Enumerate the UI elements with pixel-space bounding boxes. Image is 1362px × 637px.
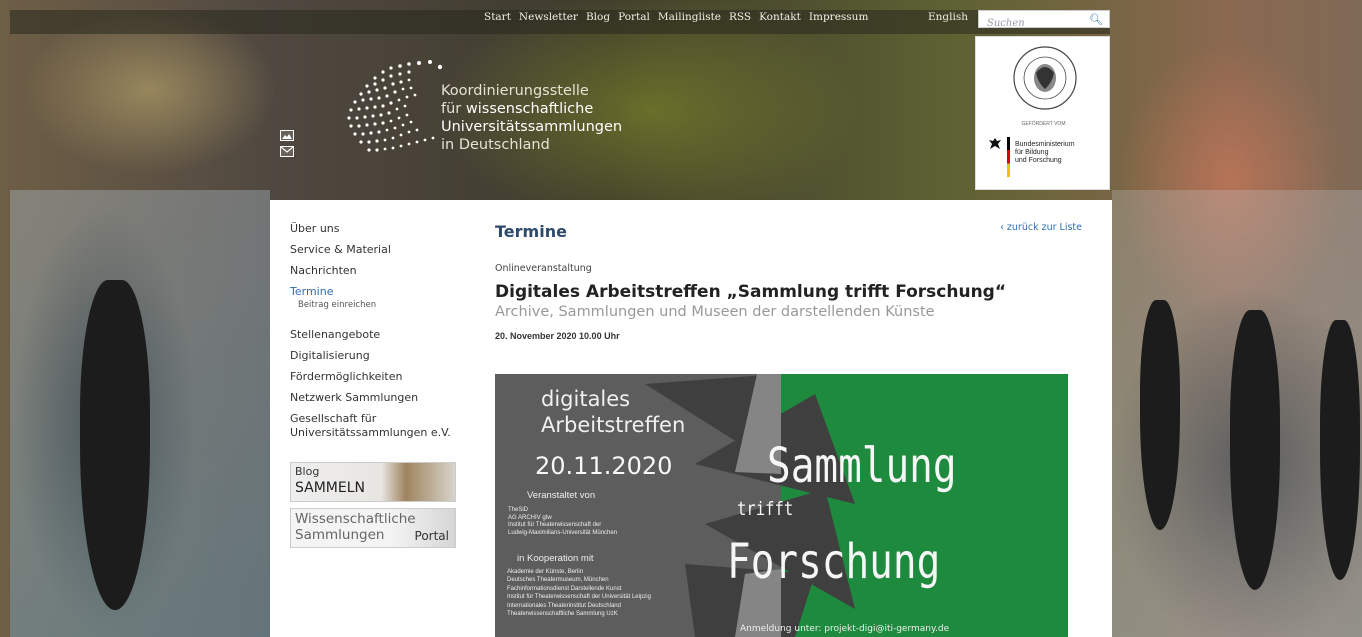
logo-line-2-prefix: für xyxy=(441,101,466,117)
poster-organizers: TheSiD AG ARCHIV gtw Institut für Theate… xyxy=(508,507,617,537)
poster-organizer: Institut für Theaterwissenschaft der xyxy=(508,522,602,528)
header-side-icons xyxy=(280,130,294,162)
top-nav-links: Start Newsletter Blog Portal Mailinglist… xyxy=(484,11,868,23)
search-box: 🔍︎ xyxy=(978,10,1110,32)
sidebar-navigation: Über uns Service & Material Nachrichten … xyxy=(290,222,470,554)
search-input[interactable] xyxy=(979,15,1089,32)
bmbf-line-2: für Bildung xyxy=(1015,149,1049,156)
eagle-icon xyxy=(989,138,1001,149)
main-content-panel: Über uns Service & Material Nachrichten … xyxy=(270,200,1112,637)
sidebar-item-netzwerk-sammlungen[interactable]: Netzwerk Sammlungen xyxy=(290,391,470,404)
sidebar-item-gesellschaft-line-2: Universitätssammlungen e.V. xyxy=(290,426,451,439)
logo-wordmark[interactable]: Koordinierungsstelle für wissenschaftlic… xyxy=(441,82,622,154)
nav-link-newsletter[interactable]: Newsletter xyxy=(519,11,578,23)
poster-word-trifft: trifft xyxy=(737,498,794,520)
nav-link-rss[interactable]: RSS xyxy=(729,11,751,23)
mail-icon[interactable] xyxy=(280,146,294,157)
poster-date: 20.11.2020 xyxy=(535,452,673,480)
sidebar-item-gesellschaft-line-1: Gesellschaft für xyxy=(290,412,377,425)
german-flag-stripe xyxy=(1007,137,1010,177)
sidebar-item-ueber-uns[interactable]: Über uns xyxy=(290,222,470,235)
sidebar-item-digitalisierung[interactable]: Digitalisierung xyxy=(290,349,470,362)
language-switch-link[interactable]: English xyxy=(928,11,968,23)
event-subtitle: Archive, Sammlungen und Museen der darst… xyxy=(495,304,935,320)
sidebar-subitem-beitrag-einreichen[interactable]: Beitrag einreichen xyxy=(298,300,470,310)
poster-organized-by: Veranstaltet von xyxy=(527,490,596,501)
poster-registration: Anmeldung unter: projekt-digi@iti-german… xyxy=(740,624,950,634)
sidebar-item-gesellschaft[interactable]: Gesellschaft für Universitätssammlungen … xyxy=(290,412,470,440)
sidebar-item-service-material[interactable]: Service & Material xyxy=(290,243,470,256)
wissenschaftliche-sammlungen-portal-banner[interactable]: Wissenschaftliche Sammlungen Portal xyxy=(290,508,456,548)
logo-line-4: in Deutschland xyxy=(441,137,550,153)
background-dark-object-right-2 xyxy=(1230,310,1280,590)
event-poster: digitales Arbeitstreffen 20.11.2020 Vera… xyxy=(495,374,1068,637)
background-dark-object-right-1 xyxy=(1140,300,1180,530)
portal-banner-line-1: Wissenschaftliche xyxy=(295,511,416,527)
event-content: Termine Onlineveranstaltung Digitales Ar… xyxy=(495,222,1085,341)
poster-partner: Deutsches Theatermuseum, München xyxy=(507,577,609,584)
portal-banner-portal-label: Portal xyxy=(414,529,449,543)
blog-sammeln-banner[interactable]: Blog SAMMELN xyxy=(290,462,456,502)
nav-link-mailingliste[interactable]: Mailingliste xyxy=(658,11,721,23)
sponsor-box: GEFÖRDERT VOM Bundesministerium für Bild… xyxy=(975,36,1110,190)
sidebar-item-foerdermoeglichkeiten[interactable]: Fördermöglichkeiten xyxy=(290,370,470,383)
logo-line-1: Koordinierungsstelle xyxy=(441,83,589,99)
poster-cooperation-label: in Kooperation mit xyxy=(517,553,594,564)
event-date: 20. November 2020 10.00 Uhr xyxy=(495,331,620,341)
nav-link-impressum[interactable]: Impressum xyxy=(809,11,869,23)
poster-word-forschung: Forschung xyxy=(727,534,941,590)
sidebar-item-nachrichten[interactable]: Nachrichten xyxy=(290,264,470,277)
poster-title-line-1: digitales xyxy=(541,387,631,411)
humboldt-university-seal-icon[interactable] xyxy=(1012,45,1078,111)
sidebar-item-stellenangebote[interactable]: Stellenangebote xyxy=(290,328,470,341)
section-heading: Termine xyxy=(495,222,567,241)
bmbf-logo[interactable]: Bundesministerium für Bildung und Forsch… xyxy=(988,137,1075,177)
poster-partner: Fachinformationsdienst Darstellende Kuns… xyxy=(507,585,622,592)
bmbf-line-1: Bundesministerium xyxy=(1015,141,1075,148)
blog-banner-line-1: Blog xyxy=(295,465,320,478)
poster-partners: Akademie der Künste, Berlin Deutsches Th… xyxy=(507,568,651,618)
logo-line-3: Universitätssammlungen xyxy=(441,119,623,135)
poster-partner: Institut für Theaterwissenschaft der Uni… xyxy=(507,594,651,601)
poster-partner: Internationales Theaterinstitut Deutschl… xyxy=(507,602,621,609)
nav-link-portal[interactable]: Portal xyxy=(618,11,650,23)
image-icon[interactable] xyxy=(280,130,294,141)
blog-banner-line-2: SAMMELN xyxy=(295,480,365,496)
poster-organizer: TheSiD xyxy=(508,507,529,513)
bmbf-text: Bundesministerium für Bildung und Forsch… xyxy=(1015,137,1075,177)
background-dark-object-right-3 xyxy=(1320,320,1360,580)
nav-link-kontakt[interactable]: Kontakt xyxy=(759,11,801,23)
poster-partner: Akademie der Künste, Berlin xyxy=(507,569,584,575)
event-kicker: Onlineveranstaltung xyxy=(495,263,592,274)
poster-organizer: AG ARCHIV gtw xyxy=(508,514,552,521)
logo-dots-icon[interactable] xyxy=(345,58,445,158)
portal-banner-line-2: Sammlungen xyxy=(295,527,385,543)
logo-line-2-bold: wissenschaftliche xyxy=(465,101,594,117)
poster-word-sammlung: Sammlung xyxy=(767,438,957,494)
logo-line-2: für wissenschaftliche xyxy=(441,100,622,118)
event-title: Digitales Arbeitstreffen „Sammlung triff… xyxy=(495,282,1007,302)
sidebar-item-termine[interactable]: Termine xyxy=(290,285,470,298)
background-dark-object-left xyxy=(80,280,150,610)
poster-title-line-2: Arbeitstreffen xyxy=(541,413,686,437)
bmbf-line-3: und Forschung xyxy=(1015,157,1062,164)
search-icon[interactable]: 🔍︎ xyxy=(1089,13,1103,26)
poster-organizer: Ludwig-Maximilians-Universität München xyxy=(508,529,618,536)
poster-title: digitales Arbeitstreffen xyxy=(541,386,685,438)
sponsor-funded-by-note: GEFÖRDERT VOM xyxy=(1021,121,1066,127)
nav-link-blog[interactable]: Blog xyxy=(586,11,610,23)
nav-link-start[interactable]: Start xyxy=(484,11,511,23)
poster-partner: Theaterwissenschaftliche Sammlung UzK xyxy=(507,611,618,618)
